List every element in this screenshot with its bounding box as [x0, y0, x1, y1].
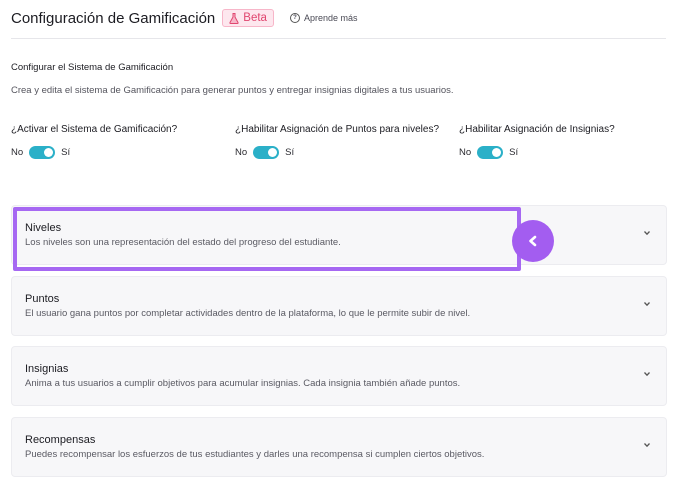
page-title: Configuración de Gamificación: [11, 9, 216, 27]
toggle-switch[interactable]: [253, 146, 280, 159]
help-link[interactable]: ? Aprende más: [289, 13, 358, 23]
chevron-down-icon[interactable]: [642, 440, 652, 450]
section-card-insignias[interactable]: Insignias Anima a tus usuarios a cumplir…: [11, 346, 667, 406]
toggle-switch[interactable]: [29, 146, 56, 159]
section-card-niveles[interactable]: [11, 205, 667, 265]
toggle-off-label: No: [235, 147, 248, 158]
pointer-callout: [512, 220, 554, 262]
toggle-badges: ¿Habilitar Asignación de Insignias? No S…: [459, 124, 615, 159]
toggle-points: ¿Habilitar Asignación de Puntos para niv…: [235, 124, 439, 159]
section-title-niveles: Niveles: [25, 222, 62, 234]
chevron-down-icon[interactable]: [642, 369, 652, 379]
section-description-puntos: El usuario gana puntos por completar act…: [25, 308, 471, 319]
toggle-off-label: No: [459, 147, 472, 158]
section-card-puntos[interactable]: Puntos El usuario gana puntos por comple…: [11, 276, 667, 336]
toggle-on-label: Sí: [61, 147, 71, 158]
toggle-question: ¿Habilitar Asignación de Insignias?: [459, 124, 615, 135]
toggle-question: ¿Activar el Sistema de Gamificación?: [11, 124, 178, 135]
toggle-question: ¿Habilitar Asignación de Puntos para niv…: [235, 124, 440, 135]
intro-description: Crea y edita el sistema de Gamificación …: [11, 85, 454, 96]
section-title-recompensas: Recompensas: [25, 434, 96, 446]
page-header: Configuración de Gamificación Beta ? Apr…: [11, 8, 666, 39]
chevron-down-icon[interactable]: [642, 299, 652, 309]
toggle-off-label: No: [11, 147, 24, 158]
chevron-down-icon[interactable]: [642, 228, 652, 238]
toggle-on-label: Sí: [509, 147, 519, 158]
toggle-knob: [44, 148, 54, 157]
help-link-label[interactable]: Aprende más: [304, 13, 358, 23]
section-title-insignias: Insignias: [25, 363, 69, 375]
beta-label: Beta: [243, 12, 267, 24]
section-card-recompensas[interactable]: Recompensas Puedes recompensar los esfue…: [11, 417, 667, 477]
toggle-on-label: Sí: [285, 147, 295, 158]
intro-title: Configurar el Sistema de Gamificación: [11, 62, 174, 73]
section-title-puntos: Puntos: [25, 293, 60, 305]
beta-badge: Beta: [222, 9, 274, 27]
toggle-switch[interactable]: [477, 146, 504, 159]
toggle-gamification: ¿Activar el Sistema de Gamificación? No …: [11, 124, 177, 159]
question-circle-icon: ?: [289, 13, 300, 23]
toggle-knob: [268, 148, 278, 157]
section-description-recompensas: Puedes recompensar los esfuerzos de tus …: [25, 449, 485, 460]
flask-icon: [229, 12, 239, 24]
toggle-knob: [492, 148, 502, 157]
chevron-left-icon: [529, 235, 537, 247]
section-description-insignias: Anima a tus usuarios a cumplir objetivos…: [25, 378, 461, 389]
section-description-niveles: Los niveles son una representación del e…: [25, 237, 341, 248]
